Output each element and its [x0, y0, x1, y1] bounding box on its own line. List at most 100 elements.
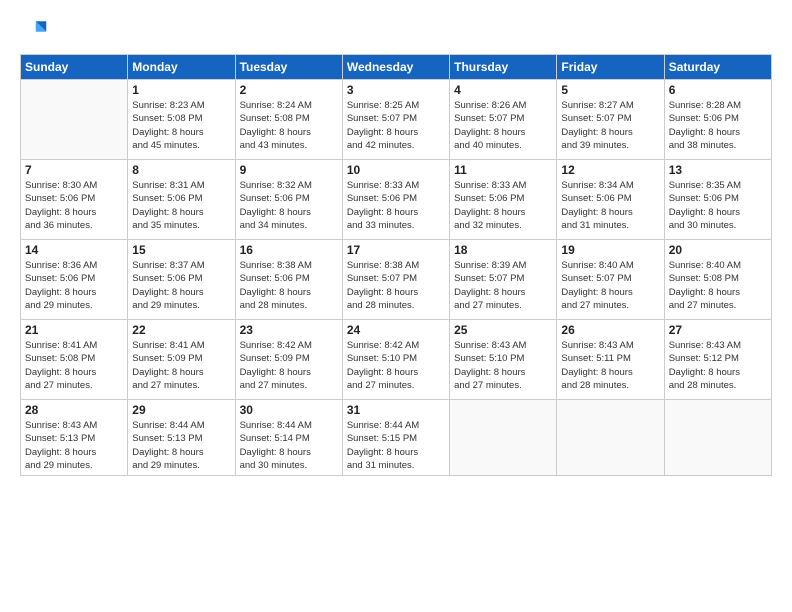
- calendar-cell: 13 Sunrise: 8:35 AM Sunset: 5:06 PM Dayli…: [664, 160, 771, 240]
- day-number: 12: [561, 163, 659, 177]
- calendar-cell: 11Sunrise: 8:33 AM Sunset: 5:06 PM Dayli…: [450, 160, 557, 240]
- calendar-cell: 26 Sunrise: 8:43 AM Sunset: 5:11 PM Dayli…: [557, 320, 664, 400]
- weekday-header-sunday: Sunday: [21, 55, 128, 80]
- calendar-cell: 7 Sunrise: 8:30 AM Sunset: 5:06 PM Daylig…: [21, 160, 128, 240]
- day-number: 15: [132, 243, 230, 257]
- day-number: 25: [454, 323, 552, 337]
- calendar-cell: 25 Sunrise: 8:43 AM Sunset: 5:10 PM Dayli…: [450, 320, 557, 400]
- day-info: Sunrise: 8:23 AM Sunset: 5:08 PM Dayligh…: [132, 99, 230, 152]
- day-info: Sunrise: 8:32 AM Sunset: 5:06 PM Dayligh…: [240, 179, 338, 232]
- day-info: Sunrise: 8:44 AM Sunset: 5:13 PM Dayligh…: [132, 419, 230, 472]
- day-number: 9: [240, 163, 338, 177]
- calendar-table: SundayMondayTuesdayWednesdayThursdayFrid…: [20, 54, 772, 476]
- weekday-header-wednesday: Wednesday: [342, 55, 449, 80]
- day-info: Sunrise: 8:41 AM Sunset: 5:08 PM Dayligh…: [25, 339, 123, 392]
- day-number: 10: [347, 163, 445, 177]
- calendar-cell: 15 Sunrise: 8:37 AM Sunset: 5:06 PM Dayli…: [128, 240, 235, 320]
- day-number: 28: [25, 403, 123, 417]
- calendar-week-2: 14 Sunrise: 8:36 AM Sunset: 5:06 PM Dayli…: [21, 240, 772, 320]
- calendar-cell: 30 Sunrise: 8:44 AM Sunset: 5:14 PM Dayli…: [235, 400, 342, 476]
- calendar-cell: 23 Sunrise: 8:42 AM Sunset: 5:09 PM Dayli…: [235, 320, 342, 400]
- calendar-week-4: 28Sunrise: 8:43 AM Sunset: 5:13 PM Dayli…: [21, 400, 772, 476]
- day-number: 13: [669, 163, 767, 177]
- day-info: Sunrise: 8:27 AM Sunset: 5:07 PM Dayligh…: [561, 99, 659, 152]
- day-info: Sunrise: 8:44 AM Sunset: 5:15 PM Dayligh…: [347, 419, 445, 472]
- calendar-cell: 9 Sunrise: 8:32 AM Sunset: 5:06 PM Daylig…: [235, 160, 342, 240]
- calendar-week-1: 7 Sunrise: 8:30 AM Sunset: 5:06 PM Daylig…: [21, 160, 772, 240]
- calendar-cell: 2Sunrise: 8:24 AM Sunset: 5:08 PM Daylig…: [235, 80, 342, 160]
- calendar-cell: 16 Sunrise: 8:38 AM Sunset: 5:06 PM Dayli…: [235, 240, 342, 320]
- day-info: Sunrise: 8:40 AM Sunset: 5:08 PM Dayligh…: [669, 259, 767, 312]
- day-number: 19: [561, 243, 659, 257]
- day-info: Sunrise: 8:28 AM Sunset: 5:06 PM Dayligh…: [669, 99, 767, 152]
- day-number: 2: [240, 83, 338, 97]
- calendar-cell: [557, 400, 664, 476]
- day-info: Sunrise: 8:37 AM Sunset: 5:06 PM Dayligh…: [132, 259, 230, 312]
- day-number: 29: [132, 403, 230, 417]
- calendar-cell: 3 Sunrise: 8:25 AM Sunset: 5:07 PM Daylig…: [342, 80, 449, 160]
- calendar-header: SundayMondayTuesdayWednesdayThursdayFrid…: [21, 55, 772, 80]
- day-number: 26: [561, 323, 659, 337]
- day-number: 5: [561, 83, 659, 97]
- calendar-cell: [450, 400, 557, 476]
- calendar-cell: 1 Sunrise: 8:23 AM Sunset: 5:08 PM Daylig…: [128, 80, 235, 160]
- day-number: 31: [347, 403, 445, 417]
- weekday-header-tuesday: Tuesday: [235, 55, 342, 80]
- day-info: Sunrise: 8:33 AM Sunset: 5:06 PM Dayligh…: [454, 179, 552, 232]
- day-info: Sunrise: 8:39 AM Sunset: 5:07 PM Dayligh…: [454, 259, 552, 312]
- calendar-week-0: 1 Sunrise: 8:23 AM Sunset: 5:08 PM Daylig…: [21, 80, 772, 160]
- calendar-cell: 24Sunrise: 8:42 AM Sunset: 5:10 PM Dayli…: [342, 320, 449, 400]
- calendar-cell: 19Sunrise: 8:40 AM Sunset: 5:07 PM Dayli…: [557, 240, 664, 320]
- day-info: Sunrise: 8:31 AM Sunset: 5:06 PM Dayligh…: [132, 179, 230, 232]
- day-number: 20: [669, 243, 767, 257]
- day-number: 7: [25, 163, 123, 177]
- weekday-header-friday: Friday: [557, 55, 664, 80]
- logo: [20, 16, 52, 44]
- weekday-header-row: SundayMondayTuesdayWednesdayThursdayFrid…: [21, 55, 772, 80]
- day-info: Sunrise: 8:38 AM Sunset: 5:06 PM Dayligh…: [240, 259, 338, 312]
- calendar-cell: 20 Sunrise: 8:40 AM Sunset: 5:08 PM Dayli…: [664, 240, 771, 320]
- day-number: 8: [132, 163, 230, 177]
- day-number: 16: [240, 243, 338, 257]
- day-number: 17: [347, 243, 445, 257]
- day-number: 4: [454, 83, 552, 97]
- calendar-cell: 21 Sunrise: 8:41 AM Sunset: 5:08 PM Dayli…: [21, 320, 128, 400]
- calendar-cell: [664, 400, 771, 476]
- day-info: Sunrise: 8:36 AM Sunset: 5:06 PM Dayligh…: [25, 259, 123, 312]
- calendar-cell: 27Sunrise: 8:43 AM Sunset: 5:12 PM Dayli…: [664, 320, 771, 400]
- calendar-cell: 4 Sunrise: 8:26 AM Sunset: 5:07 PM Daylig…: [450, 80, 557, 160]
- logo-icon: [20, 16, 48, 44]
- calendar-cell: 17 Sunrise: 8:38 AM Sunset: 5:07 PM Dayli…: [342, 240, 449, 320]
- calendar-cell: 28Sunrise: 8:43 AM Sunset: 5:13 PM Dayli…: [21, 400, 128, 476]
- day-number: 22: [132, 323, 230, 337]
- calendar-cell: 29 Sunrise: 8:44 AM Sunset: 5:13 PM Dayli…: [128, 400, 235, 476]
- day-number: 1: [132, 83, 230, 97]
- calendar-cell: 12Sunrise: 8:34 AM Sunset: 5:06 PM Dayli…: [557, 160, 664, 240]
- calendar-week-3: 21 Sunrise: 8:41 AM Sunset: 5:08 PM Dayli…: [21, 320, 772, 400]
- day-number: 23: [240, 323, 338, 337]
- day-number: 27: [669, 323, 767, 337]
- calendar-cell: [21, 80, 128, 160]
- day-info: Sunrise: 8:43 AM Sunset: 5:11 PM Dayligh…: [561, 339, 659, 392]
- calendar-cell: 5 Sunrise: 8:27 AM Sunset: 5:07 PM Daylig…: [557, 80, 664, 160]
- day-number: 24: [347, 323, 445, 337]
- day-number: 3: [347, 83, 445, 97]
- calendar-cell: 10 Sunrise: 8:33 AM Sunset: 5:06 PM Dayli…: [342, 160, 449, 240]
- calendar-cell: 8 Sunrise: 8:31 AM Sunset: 5:06 PM Daylig…: [128, 160, 235, 240]
- day-info: Sunrise: 8:38 AM Sunset: 5:07 PM Dayligh…: [347, 259, 445, 312]
- calendar-cell: 22 Sunrise: 8:41 AM Sunset: 5:09 PM Dayli…: [128, 320, 235, 400]
- day-info: Sunrise: 8:43 AM Sunset: 5:10 PM Dayligh…: [454, 339, 552, 392]
- day-number: 21: [25, 323, 123, 337]
- day-info: Sunrise: 8:30 AM Sunset: 5:06 PM Dayligh…: [25, 179, 123, 232]
- day-number: 30: [240, 403, 338, 417]
- day-info: Sunrise: 8:42 AM Sunset: 5:09 PM Dayligh…: [240, 339, 338, 392]
- weekday-header-thursday: Thursday: [450, 55, 557, 80]
- day-info: Sunrise: 8:25 AM Sunset: 5:07 PM Dayligh…: [347, 99, 445, 152]
- day-info: Sunrise: 8:44 AM Sunset: 5:14 PM Dayligh…: [240, 419, 338, 472]
- day-number: 14: [25, 243, 123, 257]
- day-info: Sunrise: 8:35 AM Sunset: 5:06 PM Dayligh…: [669, 179, 767, 232]
- day-info: Sunrise: 8:41 AM Sunset: 5:09 PM Dayligh…: [132, 339, 230, 392]
- day-info: Sunrise: 8:33 AM Sunset: 5:06 PM Dayligh…: [347, 179, 445, 232]
- calendar-cell: 31 Sunrise: 8:44 AM Sunset: 5:15 PM Dayli…: [342, 400, 449, 476]
- day-info: Sunrise: 8:26 AM Sunset: 5:07 PM Dayligh…: [454, 99, 552, 152]
